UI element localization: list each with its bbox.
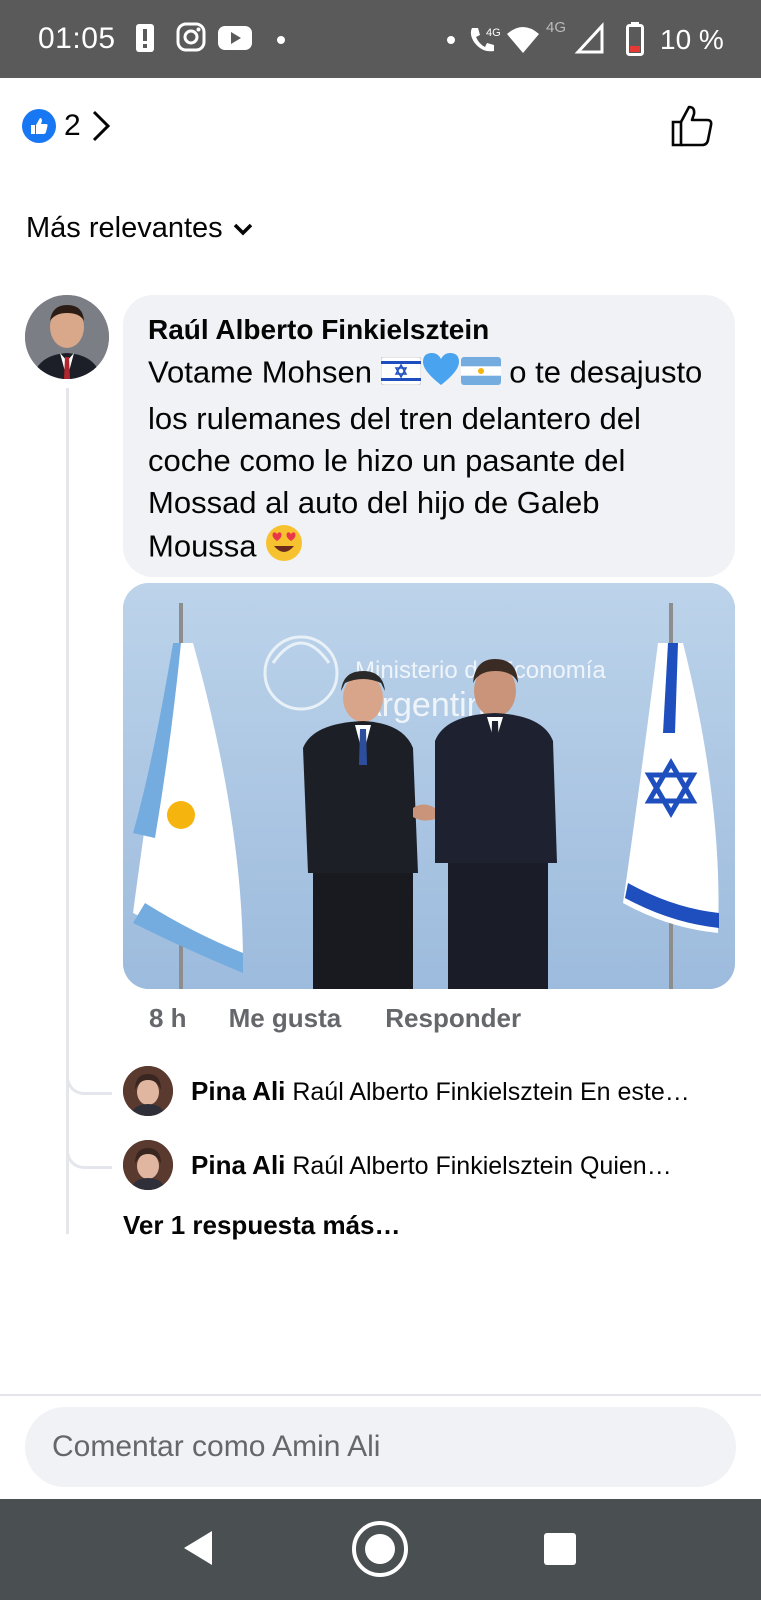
comment-bubble[interactable]: Raúl Alberto Finkielsztein Votame Mohsen… <box>123 295 735 577</box>
thumbs-up-icon[interactable] <box>670 104 714 148</box>
reactions-count: 2 <box>64 109 81 142</box>
navigation-bar <box>0 1499 761 1600</box>
battery-percent: 10 % <box>660 24 724 55</box>
divider <box>0 1394 761 1396</box>
sort-dropdown[interactable]: Más relevantes <box>26 212 253 245</box>
comment-author[interactable]: Raúl Alberto Finkielsztein <box>148 313 710 347</box>
thread-branch <box>66 1073 112 1095</box>
comment-input-placeholder: Comentar como Amin Ali <box>52 1430 381 1463</box>
back-icon[interactable] <box>180 1529 216 1567</box>
israel-flag-emoji <box>380 354 422 396</box>
youtube-icon <box>218 26 252 50</box>
network-2-label: 4G <box>546 19 566 36</box>
comment-actions: 8 h Me gusta Responder <box>149 1003 521 1034</box>
reply-item[interactable]: Pina Ali Raúl Alberto Finkielsztein Quie… <box>123 1140 735 1190</box>
reply-content: Raúl Alberto Finkielsztein Quien… <box>292 1151 672 1180</box>
status-bar: 01:05 4G 4G 10 % <box>0 0 761 78</box>
dot-icon <box>447 36 455 44</box>
chevron-down-icon <box>233 223 252 235</box>
reply-content: Raúl Alberto Finkielsztein En este… <box>292 1077 690 1106</box>
argentina-flag-emoji <box>460 354 501 396</box>
status-time: 01:05 <box>38 22 116 55</box>
like-icon <box>22 109 56 143</box>
network-1-label: 4G <box>486 27 500 39</box>
avatar[interactable] <box>123 1066 173 1116</box>
home-icon[interactable] <box>350 1519 410 1579</box>
avatar[interactable] <box>123 1140 173 1190</box>
comment-photo[interactable]: Ministerio de Economía Argentina <box>123 583 735 989</box>
comment-input[interactable]: Comentar como Amin Ali <box>25 1407 736 1487</box>
call-icon: 4G <box>470 27 500 52</box>
reply-item[interactable]: Pina Ali Raúl Alberto Finkielsztein En e… <box>123 1066 735 1116</box>
reply-button[interactable]: Responder <box>385 1003 521 1034</box>
sort-label: Más relevantes <box>26 212 223 244</box>
battery-icon <box>626 22 644 56</box>
thread-branch <box>66 1147 112 1169</box>
comment-time: 8 h <box>149 1003 187 1033</box>
heart-eyes-emoji <box>265 524 303 573</box>
alert-icon <box>136 24 154 52</box>
thread-line <box>66 388 112 1234</box>
reactions-summary[interactable]: 2 <box>22 106 111 146</box>
comment-text: Votame Mohsen o te desajusto los ruleman… <box>148 351 710 573</box>
comment-text-part1: Votame Mohsen <box>148 354 373 390</box>
avatar[interactable] <box>25 295 109 379</box>
blue-heart-emoji <box>421 351 461 398</box>
wifi-icon <box>507 27 539 53</box>
dot-icon <box>277 36 285 44</box>
reply-text: Pina Ali Raúl Alberto Finkielsztein En e… <box>191 1076 690 1107</box>
reply-author[interactable]: Pina Ali <box>191 1150 285 1180</box>
reply-text: Pina Ali Raúl Alberto Finkielsztein Quie… <box>191 1150 672 1181</box>
signal-icon: 4G <box>546 19 604 54</box>
like-button[interactable]: Me gusta <box>229 1003 342 1034</box>
recents-icon[interactable] <box>543 1532 577 1566</box>
chevron-right-icon <box>92 110 110 142</box>
instagram-icon <box>176 22 206 52</box>
view-more-replies-link[interactable]: Ver 1 respuesta más… <box>123 1210 401 1241</box>
reply-author[interactable]: Pina Ali <box>191 1076 285 1106</box>
